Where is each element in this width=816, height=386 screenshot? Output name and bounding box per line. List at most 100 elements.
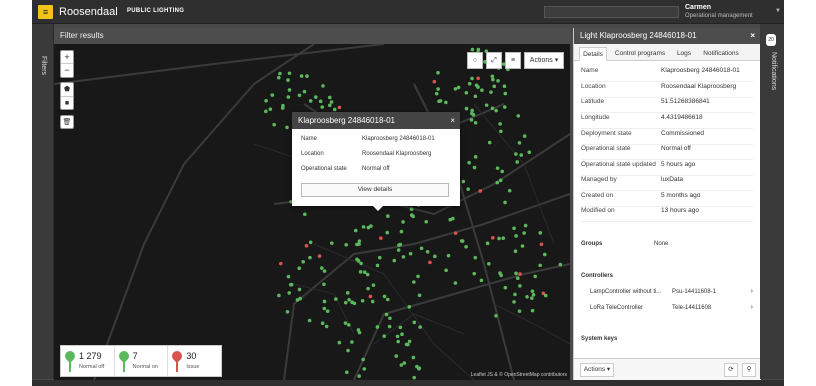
light-marker[interactable]	[503, 285, 508, 290]
light-markers[interactable]	[264, 47, 563, 380]
close-icon[interactable]: ×	[450, 112, 455, 129]
light-marker[interactable]	[464, 106, 469, 111]
light-marker[interactable]	[519, 153, 524, 157]
light-marker[interactable]	[287, 88, 292, 92]
map-layer[interactable]	[54, 44, 570, 380]
light-marker[interactable]	[530, 308, 535, 313]
light-marker[interactable]	[377, 255, 382, 260]
light-marker[interactable]	[499, 273, 503, 278]
light-marker[interactable]	[539, 242, 544, 247]
light-marker[interactable]	[285, 125, 289, 130]
light-marker[interactable]	[512, 226, 516, 231]
light-marker[interactable]	[424, 220, 429, 224]
light-marker[interactable]	[464, 244, 468, 249]
light-marker[interactable]	[384, 312, 389, 317]
light-marker[interactable]	[366, 225, 371, 230]
light-marker[interactable]	[490, 74, 495, 79]
light-marker[interactable]	[308, 99, 313, 103]
light-marker[interactable]	[332, 107, 337, 112]
light-marker[interactable]	[472, 271, 477, 276]
chevron-down-icon[interactable]: ▼	[775, 8, 781, 14]
light-marker[interactable]	[304, 243, 309, 248]
light-marker[interactable]	[375, 263, 380, 268]
light-marker[interactable]	[343, 321, 348, 325]
light-marker[interactable]	[460, 239, 465, 243]
light-marker[interactable]	[558, 262, 563, 267]
light-marker[interactable]	[382, 294, 387, 299]
light-marker[interactable]	[467, 160, 471, 165]
light-marker[interactable]	[522, 231, 526, 235]
light-marker[interactable]	[350, 340, 354, 344]
light-marker[interactable]	[432, 79, 437, 84]
tab-logs[interactable]: Logs	[672, 47, 696, 61]
light-marker[interactable]	[487, 140, 492, 145]
light-marker[interactable]	[491, 235, 495, 240]
light-marker[interactable]	[512, 300, 516, 304]
light-marker[interactable]	[355, 242, 359, 247]
light-marker[interactable]	[411, 214, 415, 219]
light-marker[interactable]	[473, 120, 478, 125]
light-marker[interactable]	[522, 134, 527, 138]
light-marker[interactable]	[317, 254, 322, 258]
light-marker[interactable]	[371, 283, 376, 287]
light-marker[interactable]	[321, 84, 325, 88]
light-marker[interactable]	[264, 98, 268, 103]
light-marker[interactable]	[396, 248, 401, 252]
light-marker[interactable]	[399, 229, 404, 234]
light-marker[interactable]	[478, 189, 483, 193]
light-marker[interactable]	[361, 225, 366, 229]
light-marker[interactable]	[270, 93, 275, 97]
light-marker[interactable]	[295, 298, 300, 302]
light-marker[interactable]	[412, 280, 416, 284]
count-normal-on[interactable]: 7 Normal on	[115, 346, 169, 376]
view-details-button[interactable]: View details	[301, 183, 449, 197]
light-marker[interactable]	[436, 70, 440, 75]
light-marker[interactable]	[437, 99, 441, 104]
light-marker[interactable]	[297, 93, 302, 98]
light-marker[interactable]	[498, 178, 503, 183]
tab-details[interactable]: Details	[579, 47, 607, 61]
light-marker[interactable]	[513, 249, 518, 254]
light-marker[interactable]	[362, 367, 367, 371]
light-marker[interactable]	[392, 258, 397, 263]
light-marker[interactable]	[286, 78, 290, 82]
light-marker[interactable]	[382, 334, 387, 338]
light-marker[interactable]	[386, 214, 390, 218]
light-marker[interactable]	[497, 236, 501, 241]
light-marker[interactable]	[472, 165, 477, 170]
light-marker[interactable]	[337, 105, 342, 110]
light-marker[interactable]	[518, 284, 522, 288]
zoom-control[interactable]: + −	[60, 50, 74, 78]
light-marker[interactable]	[503, 200, 507, 205]
light-marker[interactable]	[492, 84, 497, 89]
notifications-label[interactable]: Notifications	[770, 52, 777, 90]
trash-icon[interactable]: 🗑	[60, 115, 74, 129]
light-marker[interactable]	[327, 103, 332, 108]
light-marker[interactable]	[268, 107, 273, 111]
light-marker[interactable]	[479, 278, 484, 283]
light-marker[interactable]	[473, 94, 478, 99]
light-marker[interactable]	[514, 271, 518, 276]
light-marker[interactable]	[523, 223, 528, 228]
light-marker[interactable]	[361, 357, 365, 362]
light-marker[interactable]	[264, 109, 268, 114]
light-marker[interactable]	[358, 270, 363, 274]
light-marker[interactable]	[357, 330, 362, 335]
polygon-icon[interactable]: ⬟	[61, 83, 73, 96]
light-marker[interactable]	[515, 276, 520, 281]
light-marker[interactable]	[425, 250, 430, 254]
light-marker[interactable]	[308, 255, 312, 260]
light-marker[interactable]	[288, 282, 293, 287]
light-marker[interactable]	[396, 339, 400, 344]
light-marker[interactable]	[466, 187, 470, 191]
list-icon[interactable]: ≡	[505, 52, 521, 69]
light-marker[interactable]	[302, 89, 307, 94]
light-marker[interactable]	[344, 242, 348, 247]
tab-control-programs[interactable]: Control programs	[610, 47, 670, 61]
light-marker[interactable]	[322, 269, 327, 273]
light-marker[interactable]	[365, 272, 370, 277]
light-marker[interactable]	[402, 361, 407, 365]
light-marker[interactable]	[276, 75, 281, 80]
light-marker[interactable]	[453, 281, 458, 285]
refresh-icon[interactable]: ⟳	[724, 363, 738, 377]
